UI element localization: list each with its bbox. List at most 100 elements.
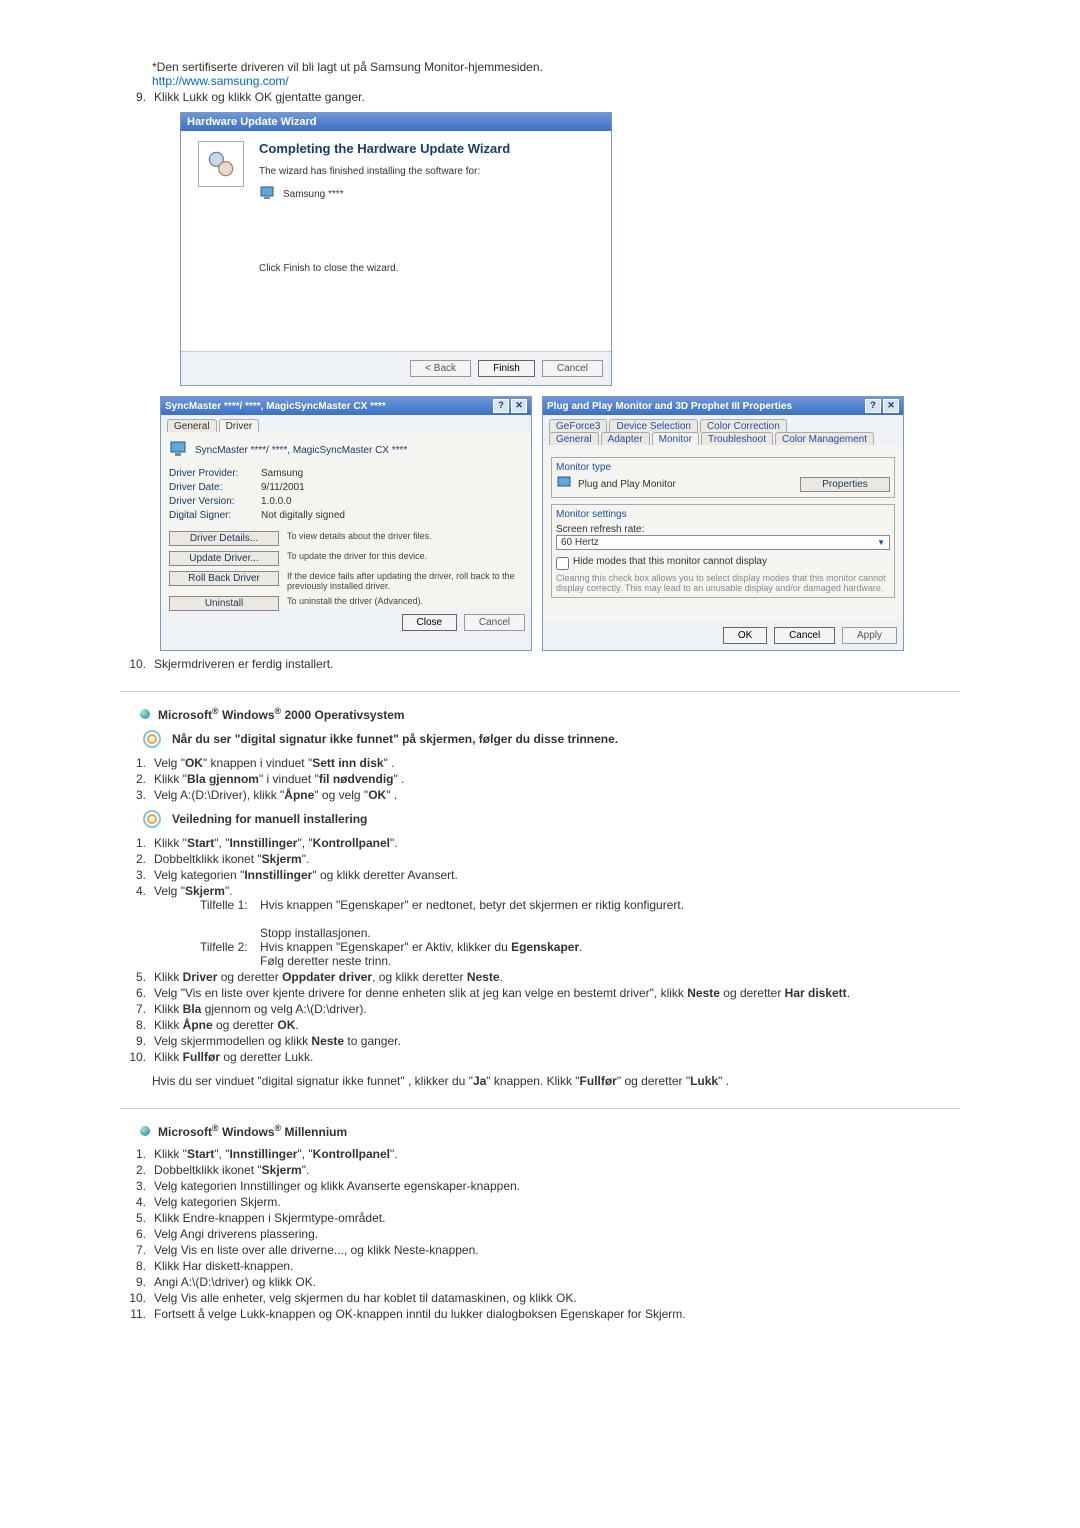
step-text: Klikk "Start", "Innstillinger", "Kontrol…: [154, 836, 960, 850]
step-text: Velg "OK" knappen i vinduet "Sett inn di…: [154, 756, 960, 770]
driver-dialog-title: SyncMaster ****/ ****, MagicSyncMaster C…: [165, 401, 386, 412]
close-icon[interactable]: ✕: [883, 399, 899, 413]
driver-action-button[interactable]: Update Driver...: [169, 551, 279, 566]
driver-action-button[interactable]: Driver Details...: [169, 531, 279, 546]
hardware-update-wizard: Hardware Update Wizard Completing the Ha…: [180, 112, 612, 386]
step-text: Velg "Vis en liste over kjente drivere f…: [154, 986, 960, 1000]
signature-heading: Når du ser "digital signatur ikke funnet…: [140, 730, 960, 748]
step-text: Velg kategorien Skjerm.: [154, 1195, 960, 1209]
step-text: Dobbeltklikk ikonet "Skjerm".: [154, 1163, 960, 1177]
step-text: Fortsett å velge Lukk-knappen og OK-knap…: [154, 1307, 960, 1321]
bullet-icon: [140, 1126, 150, 1136]
tab-item[interactable]: Color Management: [775, 432, 874, 446]
step-number: 1.: [120, 1147, 154, 1161]
monitor-dialog-title: Plug and Play Monitor and 3D Prophet III…: [547, 401, 792, 412]
close-icon[interactable]: ✕: [511, 399, 527, 413]
case1-text: Hvis knappen "Egenskaper" er nedtonet, b…: [260, 898, 684, 912]
tab-item[interactable]: Device Selection: [609, 419, 697, 433]
close-button[interactable]: Close: [402, 614, 458, 631]
step-number: 3.: [120, 1179, 154, 1193]
step-number: 8.: [120, 1259, 154, 1273]
step-number: 3.: [120, 788, 154, 802]
step-number: 11.: [120, 1307, 154, 1321]
step-text: Klikk Bla gjennom og velg A:\(D:\driver)…: [154, 1002, 960, 1016]
case2-text: Hvis knappen "Egenskaper" er Aktiv, klik…: [260, 940, 582, 954]
hide-modes-desc: Clearing this check box allows you to se…: [556, 573, 890, 593]
step-text: Velg kategorien Innstillinger og klikk A…: [154, 1179, 960, 1193]
ok-button[interactable]: OK: [723, 627, 767, 644]
driver-device-name: SyncMaster ****/ ****, MagicSyncMaster C…: [195, 445, 407, 456]
step-text: Velg A:(D:\Driver), klikk "Åpne" og velg…: [154, 788, 960, 802]
step-number: 10.: [120, 1050, 154, 1064]
wizard-title: Hardware Update Wizard: [181, 113, 611, 131]
tab-item[interactable]: Color Correction: [700, 419, 787, 433]
help-icon[interactable]: ?: [493, 399, 509, 413]
section-divider: [120, 1108, 960, 1109]
driver-action-desc: To view details about the driver files.: [287, 531, 523, 541]
monitor-icon: [169, 440, 189, 460]
monitor-icon: [259, 185, 277, 203]
wizard-heading: Completing the Hardware Update Wizard: [259, 141, 601, 156]
step-number: 9.: [120, 1275, 154, 1289]
step-number: 2.: [120, 852, 154, 866]
tab-item[interactable]: General: [549, 432, 599, 446]
step-number: 9.: [120, 1034, 154, 1048]
tab-item[interactable]: Monitor: [652, 432, 699, 446]
tab-item[interactable]: GeForce3: [549, 419, 607, 433]
tab-item[interactable]: Adapter: [601, 432, 650, 446]
case1-stop: Stopp installasjonen.: [260, 926, 371, 940]
driver-row-label: Driver Version:: [169, 496, 261, 507]
step-text: Velg "Skjerm".: [154, 884, 960, 898]
step-number: 1.: [120, 756, 154, 770]
winme-heading: Microsoft® Windows® Millennium: [140, 1123, 960, 1139]
driver-row-label: Driver Provider:: [169, 468, 261, 479]
ring-icon: [140, 810, 164, 828]
help-icon[interactable]: ?: [865, 399, 881, 413]
hide-modes-checkbox[interactable]: [556, 557, 569, 570]
monitor-icon: [556, 475, 574, 493]
driver-row-label: Driver Date:: [169, 482, 261, 493]
step-number: 7.: [120, 1002, 154, 1016]
step-text: Klikk Driver og deretter Oppdater driver…: [154, 970, 960, 984]
cancel-button: Cancel: [464, 614, 525, 631]
step-number: 10.: [120, 1291, 154, 1305]
tab-item[interactable]: Troubleshoot: [701, 432, 773, 446]
tab-general[interactable]: General: [167, 419, 217, 433]
step-number: 5.: [120, 1211, 154, 1225]
driver-row-value: 1.0.0.0: [261, 496, 523, 507]
monitor-type-group: Monitor type: [556, 462, 890, 473]
case2-follow: Følg deretter neste trinn.: [260, 954, 391, 968]
refresh-rate-select[interactable]: 60 Hertz ▼: [556, 535, 890, 550]
driver-action-desc: To uninstall the driver (Advanced).: [287, 596, 523, 606]
driver-row-label: Digital Signer:: [169, 510, 261, 521]
apply-button: Apply: [842, 627, 897, 644]
step-number: 9.: [120, 90, 154, 104]
step-number: 2.: [120, 772, 154, 786]
step-text: Velg Vis en liste over alle driverne...,…: [154, 1243, 960, 1257]
driver-action-desc: To update the driver for this device.: [287, 551, 523, 561]
driver-action-button[interactable]: Uninstall: [169, 596, 279, 611]
driver-row-value: 9/11/2001: [261, 482, 523, 493]
monitor-properties-dialog: Plug and Play Monitor and 3D Prophet III…: [542, 396, 904, 651]
step-number: 5.: [120, 970, 154, 984]
tab-driver[interactable]: Driver: [219, 419, 260, 433]
wizard-finish-button[interactable]: Finish: [478, 360, 535, 377]
samsung-link[interactable]: http://www.samsung.com/: [152, 74, 289, 88]
step-text: Klikk Endre-knappen i Skjermtype-området…: [154, 1211, 960, 1225]
step-text: Velg Angi driverens plassering.: [154, 1227, 960, 1241]
manual-heading: Veiledning for manuell installering: [140, 810, 960, 828]
win2000-heading: Microsoft® Windows® 2000 Operativsystem: [140, 706, 960, 722]
cancel-button[interactable]: Cancel: [774, 627, 835, 644]
hide-modes-label: Hide modes that this monitor cannot disp…: [573, 556, 767, 570]
intro-block: *Den sertifiserte driveren vil bli lagt …: [152, 60, 960, 88]
step-number: 4.: [120, 1195, 154, 1209]
step-text: Velg kategorien "Innstillinger" og klikk…: [154, 868, 960, 882]
section-divider: [120, 691, 960, 692]
step-text: Angi A:\(D:\driver) og klikk OK.: [154, 1275, 960, 1289]
wizard-cancel-button: Cancel: [542, 360, 603, 377]
step-text: Velg skjermmodellen og klikk Neste to ga…: [154, 1034, 960, 1048]
step-text: Klikk Har diskett-knappen.: [154, 1259, 960, 1273]
step-number: 3.: [120, 868, 154, 882]
driver-action-button[interactable]: Roll Back Driver: [169, 571, 279, 586]
properties-button[interactable]: Properties: [800, 477, 890, 492]
